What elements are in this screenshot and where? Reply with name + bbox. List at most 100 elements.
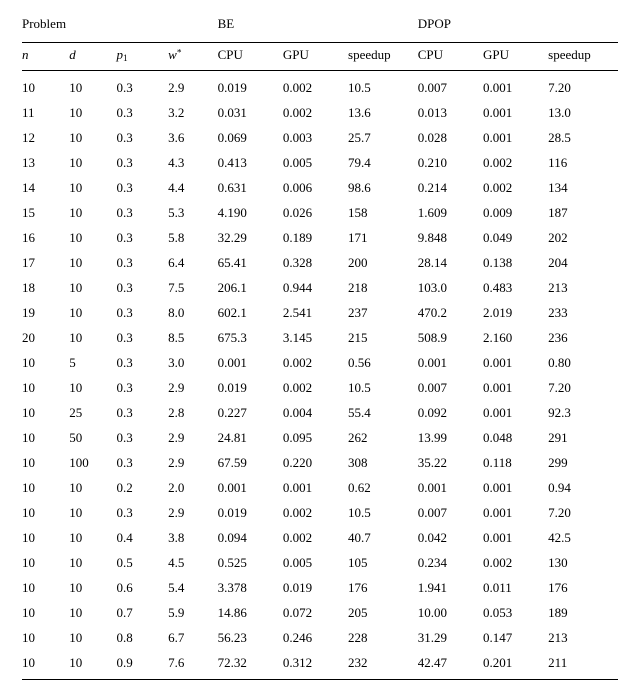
cell: 8.5 xyxy=(168,325,217,350)
col-d: d xyxy=(69,43,116,71)
cell: 2.9 xyxy=(168,425,217,450)
cell: 0.3 xyxy=(116,400,168,425)
cell: 2.541 xyxy=(283,300,348,325)
cell: 0.413 xyxy=(218,150,283,175)
table-row: 14100.34.40.6310.00698.60.2140.002134 xyxy=(22,175,618,200)
cell: 0.001 xyxy=(218,475,283,500)
cell: 0.002 xyxy=(483,550,548,575)
cell: 92.3 xyxy=(548,400,618,425)
cell: 32.29 xyxy=(218,225,283,250)
cell: 6.4 xyxy=(168,250,217,275)
table-row: 10100.22.00.0010.0010.620.0010.0010.94 xyxy=(22,475,618,500)
cell: 2.0 xyxy=(168,475,217,500)
cell: 4.4 xyxy=(168,175,217,200)
cell: 5.3 xyxy=(168,200,217,225)
cell: 10 xyxy=(69,575,116,600)
group-header-dpop: DPOP xyxy=(418,14,618,43)
cell: 3.6 xyxy=(168,125,217,150)
cell: 291 xyxy=(548,425,618,450)
table-row: 10100.97.672.320.31223242.470.201211 xyxy=(22,650,618,679)
table-row: 18100.37.5206.10.944218103.00.483213 xyxy=(22,275,618,300)
col-be-sp: speedup xyxy=(348,43,418,71)
cell: 10 xyxy=(69,600,116,625)
cell: 0.246 xyxy=(283,625,348,650)
cell: 67.59 xyxy=(218,450,283,475)
cell: 10 xyxy=(69,225,116,250)
cell: 675.3 xyxy=(218,325,283,350)
cell: 0.042 xyxy=(418,525,483,550)
cell: 18 xyxy=(22,275,69,300)
cell: 10 xyxy=(69,175,116,200)
cell: 3.145 xyxy=(283,325,348,350)
cell: 105 xyxy=(348,550,418,575)
cell: 14 xyxy=(22,175,69,200)
cell: 0.001 xyxy=(283,475,348,500)
cell: 0.002 xyxy=(283,100,348,125)
cell: 10 xyxy=(22,425,69,450)
cell: 0.8 xyxy=(116,625,168,650)
cell: 0.3 xyxy=(116,100,168,125)
cell: 0.053 xyxy=(483,600,548,625)
cell: 0.3 xyxy=(116,300,168,325)
cell: 213 xyxy=(548,625,618,650)
cell: 134 xyxy=(548,175,618,200)
cell: 10 xyxy=(22,400,69,425)
cell: 4.3 xyxy=(168,150,217,175)
table-row: 19100.38.0602.12.541237470.22.019233 xyxy=(22,300,618,325)
cell: 0.3 xyxy=(116,125,168,150)
cell: 28.5 xyxy=(548,125,618,150)
cell: 0.001 xyxy=(483,500,548,525)
cell: 9.848 xyxy=(418,225,483,250)
cell: 0.5 xyxy=(116,550,168,575)
table-row: 10250.32.80.2270.00455.40.0920.00192.3 xyxy=(22,400,618,425)
cell: 202 xyxy=(548,225,618,250)
cell: 10 xyxy=(22,625,69,650)
cell: 5.9 xyxy=(168,600,217,625)
cell: 0.9 xyxy=(116,650,168,679)
cell: 19 xyxy=(22,300,69,325)
cell: 2.9 xyxy=(168,70,217,100)
cell: 7.20 xyxy=(548,500,618,525)
cell: 65.41 xyxy=(218,250,283,275)
cell: 0.944 xyxy=(283,275,348,300)
cell: 0.019 xyxy=(218,70,283,100)
cell: 10 xyxy=(69,550,116,575)
cell: 0.009 xyxy=(483,200,548,225)
cell: 3.8 xyxy=(168,525,217,550)
cell: 14.86 xyxy=(218,600,283,625)
cell: 79.4 xyxy=(348,150,418,175)
table-row: 16100.35.832.290.1891719.8480.049202 xyxy=(22,225,618,250)
cell: 8.0 xyxy=(168,300,217,325)
cell: 2.9 xyxy=(168,450,217,475)
cell: 25.7 xyxy=(348,125,418,150)
col-p1: p1 xyxy=(116,43,168,71)
table-body: 10100.32.90.0190.00210.50.0070.0017.2011… xyxy=(22,70,618,679)
table-row: 101000.32.967.590.22030835.220.118299 xyxy=(22,450,618,475)
cell: 5.4 xyxy=(168,575,217,600)
cell: 13 xyxy=(22,150,69,175)
col-n: n xyxy=(22,43,69,71)
cell: 0.525 xyxy=(218,550,283,575)
group-header-be: BE xyxy=(218,14,418,43)
table-row: 10100.32.90.0190.00210.50.0070.0017.20 xyxy=(22,375,618,400)
cell: 3.378 xyxy=(218,575,283,600)
cell: 0.001 xyxy=(483,350,548,375)
cell: 10 xyxy=(69,250,116,275)
cell: 10 xyxy=(69,125,116,150)
cell: 233 xyxy=(548,300,618,325)
cell: 10 xyxy=(69,375,116,400)
cell: 0.001 xyxy=(483,100,548,125)
cell: 0.001 xyxy=(483,70,548,100)
table-row: 10500.32.924.810.09526213.990.048291 xyxy=(22,425,618,450)
cell: 0.092 xyxy=(418,400,483,425)
cell: 7.5 xyxy=(168,275,217,300)
cell: 16 xyxy=(22,225,69,250)
cell: 308 xyxy=(348,450,418,475)
cell: 508.9 xyxy=(418,325,483,350)
table-row: 10100.86.756.230.24622831.290.147213 xyxy=(22,625,618,650)
col-w: w* xyxy=(168,43,217,71)
cell: 0.6 xyxy=(116,575,168,600)
cell: 0.3 xyxy=(116,425,168,450)
cell: 0.001 xyxy=(483,400,548,425)
cell: 0.007 xyxy=(418,70,483,100)
